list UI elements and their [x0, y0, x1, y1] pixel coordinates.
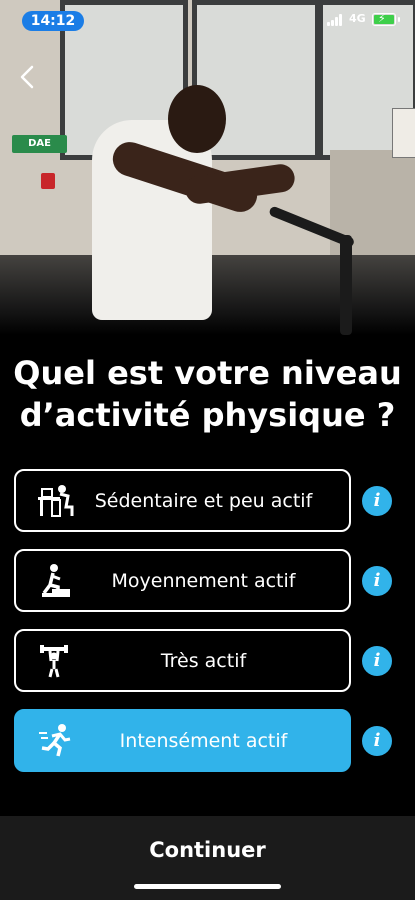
desk-person-icon — [34, 479, 78, 523]
info-button[interactable]: i — [362, 486, 392, 516]
person-lifting-icon — [34, 639, 78, 683]
info-icon: i — [373, 570, 381, 591]
option-label: Moyennement actif — [111, 569, 296, 592]
hero-photo: DAE — [0, 0, 415, 335]
person-running-icon — [34, 719, 78, 763]
option-label: Sédentaire et peu actif — [94, 489, 313, 512]
option-intensement[interactable]: Intensément actif — [14, 709, 351, 772]
info-button[interactable]: i — [362, 566, 392, 596]
person-climbing-icon — [34, 559, 78, 603]
home-indicator — [134, 884, 281, 889]
continue-button[interactable]: Continuer — [0, 838, 415, 862]
option-moyennement[interactable]: Moyennement actif — [14, 549, 351, 612]
signal-icon — [327, 14, 345, 26]
dae-sign: DAE — [12, 135, 67, 153]
status-time: 14:12 — [22, 11, 84, 31]
battery-icon: ⚡ — [372, 12, 400, 26]
page-title: Quel est votre niveau d’activité physiqu… — [13, 354, 402, 434]
info-icon: i — [373, 730, 381, 751]
wall-sign — [392, 108, 415, 158]
option-label: Très actif — [160, 649, 247, 672]
info-button[interactable]: i — [362, 726, 392, 756]
fire-alarm — [41, 173, 55, 189]
bike-post — [340, 235, 352, 335]
athlete-head — [168, 85, 226, 153]
option-label: Intensément actif — [119, 729, 288, 752]
chevron-left-icon — [20, 65, 34, 89]
info-icon: i — [373, 650, 381, 671]
option-tres-actif[interactable]: Très actif — [14, 629, 351, 692]
option-sedentaire[interactable]: Sédentaire et peu actif — [14, 469, 351, 532]
status-bar: 14:12 4G ⚡ — [0, 0, 415, 40]
info-button[interactable]: i — [362, 646, 392, 676]
info-icon: i — [373, 490, 381, 511]
back-button[interactable] — [18, 62, 42, 92]
exercise-bike — [268, 205, 380, 335]
network-type: 4G — [349, 12, 366, 25]
